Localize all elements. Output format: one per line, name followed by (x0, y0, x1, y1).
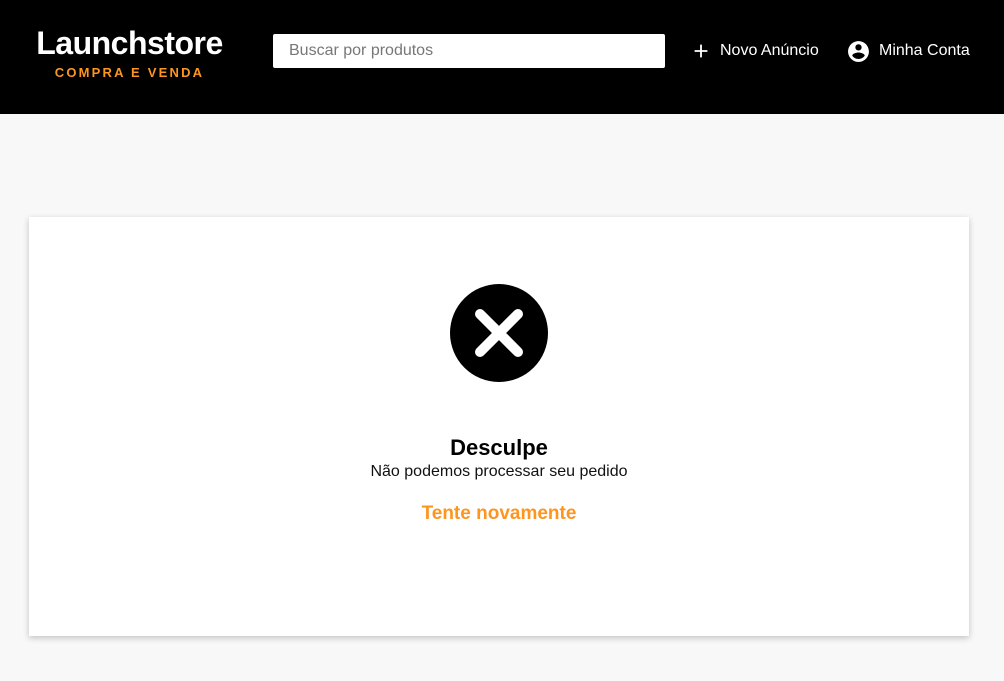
new-ad-label: Novo Anúncio (720, 42, 819, 59)
error-title: Desculpe (450, 435, 548, 460)
logo-subtitle: COMPRA E VENDA (54, 65, 205, 80)
error-message: Não podemos processar seu pedido (370, 463, 628, 480)
logo[interactable]: Launchstore COMPRA E VENDA (29, 25, 230, 81)
error-card: Desculpe Não podemos processar seu pedid… (29, 217, 969, 636)
plus-icon (694, 44, 708, 58)
account-link[interactable]: Minha Conta (846, 39, 970, 63)
retry-link[interactable]: Tente novamente (29, 502, 969, 526)
cancel-icon (450, 284, 548, 382)
search-input[interactable] (273, 34, 665, 68)
logo-title: Launchstore (36, 25, 223, 61)
account-label: Minha Conta (879, 42, 970, 59)
site-header: Launchstore COMPRA E VENDA Novo Anúncio … (0, 0, 1004, 114)
account-circle-icon (848, 40, 869, 62)
new-ad-link[interactable]: Novo Anúncio (690, 39, 819, 63)
